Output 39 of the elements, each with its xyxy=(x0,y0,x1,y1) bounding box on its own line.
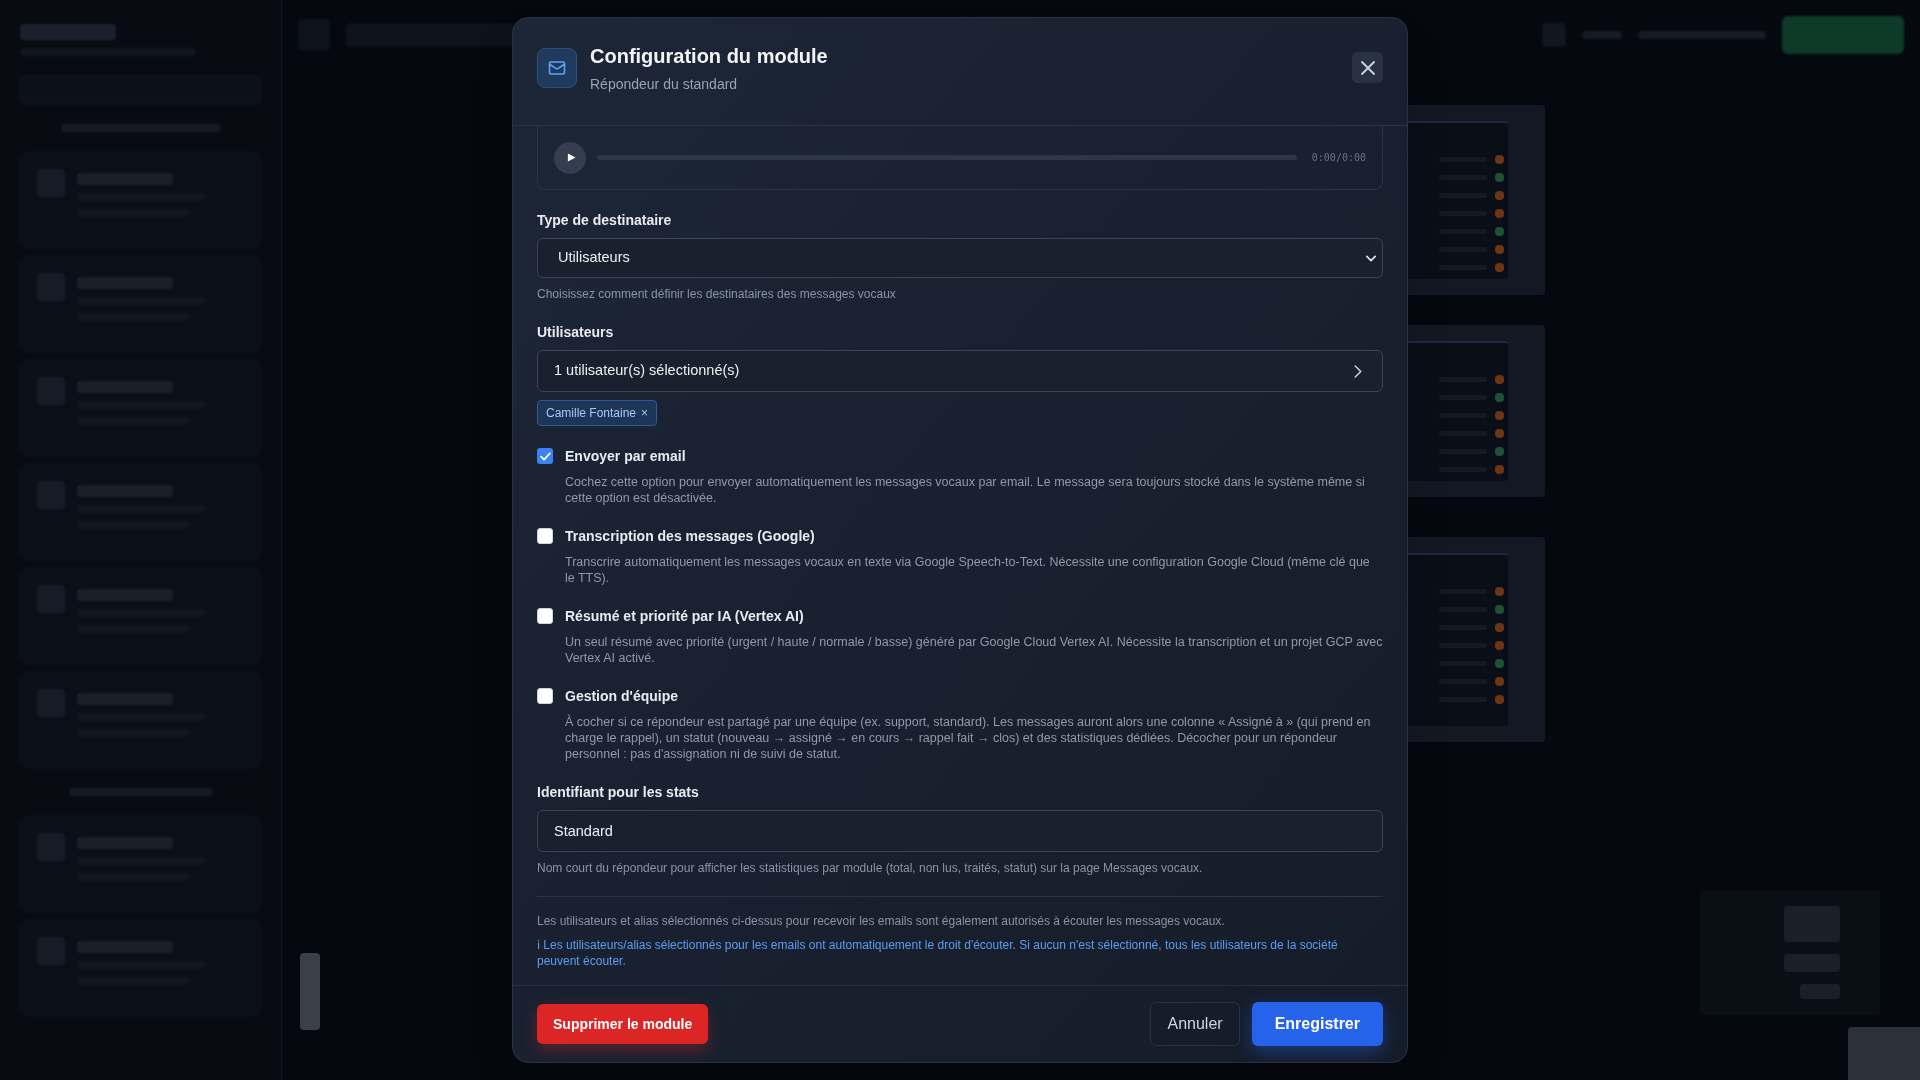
cancel-button[interactable]: Annuler xyxy=(1150,1002,1240,1046)
check-icon xyxy=(539,451,551,461)
checkbox[interactable] xyxy=(537,608,553,624)
option-label: Résumé et priorité par IA (Vertex AI) xyxy=(565,607,805,626)
chevron-right-icon xyxy=(1354,364,1362,378)
option-label: Transcription des messages (Google) xyxy=(565,527,816,546)
field-label: Type de destinataire xyxy=(537,211,673,230)
checkbox[interactable] xyxy=(537,528,553,544)
close-icon xyxy=(1360,60,1375,75)
close-button[interactable] xyxy=(1352,52,1383,83)
option-label: Gestion d'équipe xyxy=(565,687,679,706)
access-note: Les utilisateurs et alias sélectionnés ci-dessus pour recevoir les emails sont également autorisés à écouter les messages vocaux. xyxy=(537,913,1226,929)
dialog-subtitle: Répondeur du standard xyxy=(590,75,739,94)
play-button[interactable] xyxy=(554,141,586,174)
audio-time: 0:00/0:00 xyxy=(1311,151,1366,165)
help-text: Nom court du répondeur pour afficher les statistiques par module (total, non lus, traités, statut) sur la page Messages vocaux. xyxy=(537,860,1204,876)
recipient-type-select[interactable]: Utilisateurs xyxy=(537,238,1383,278)
field-label: Utilisateurs xyxy=(537,323,615,342)
option-label: Envoyer par email xyxy=(565,447,687,466)
chevron-down-icon xyxy=(1366,254,1376,262)
info-note: ℹ Les utilisateurs/alias sélectionnés pour les emails ont automatiquement le droit d'écouter. Si aucun n'est sélectionné, tous les utilisateurs de la société peuvent écouter. xyxy=(537,937,1339,969)
option-description: Cochez cette option pour envoyer automatiquement les messages vocaux par email. Le message sera toujours stocké dans le système même si cette option est désactivée. xyxy=(565,474,1366,506)
stats-id-input[interactable]: Standard xyxy=(537,810,1383,852)
option-description: À cocher si ce répondeur est partagé par une équipe (ex. support, standard). Les messages auront alors une colonne « Assigné à » (qui prend en charge le rappel), un statut (nouveau → assigné → en cours → rappel fait → clos) et des statistiques dédiées. Décocher pour un répondeur personnel : pas d'assignation ni de suivi de statut. xyxy=(565,714,1372,762)
checkbox[interactable] xyxy=(537,448,553,464)
user-name: Camille Fontaine xyxy=(546,405,637,422)
checkbox[interactable] xyxy=(537,688,553,704)
audio-progress-track[interactable] xyxy=(597,155,1297,160)
field-label: Identifiant pour les stats xyxy=(537,783,700,802)
delete-button[interactable]: Supprimer le module xyxy=(537,1004,709,1044)
dialog-title: Configuration du module xyxy=(590,44,828,69)
save-button[interactable]: Enregistrer xyxy=(1251,1002,1383,1046)
play-icon xyxy=(566,153,576,162)
option-description: Un seul résumé avec priorité (urgent / haute / normale / basse) généré par Google Cloud Vertex AI. Nécessite la transcription et un projet GCP avec Vertex AI activé. xyxy=(565,634,1383,666)
help-text: Choisissez comment définir les destinataires des messages vocaux xyxy=(537,286,897,302)
remove-tag-button[interactable]: × xyxy=(641,407,649,419)
option-description: Transcrire automatiquement les messages vocaux en texte via Google Speech-to-Text. Nécessite une configuration Google Cloud (même clé que le TTS). xyxy=(565,554,1371,586)
mail-icon xyxy=(537,48,577,88)
users-picker[interactable]: 1 utilisateur(s) sélectionné(s) xyxy=(537,350,1383,392)
